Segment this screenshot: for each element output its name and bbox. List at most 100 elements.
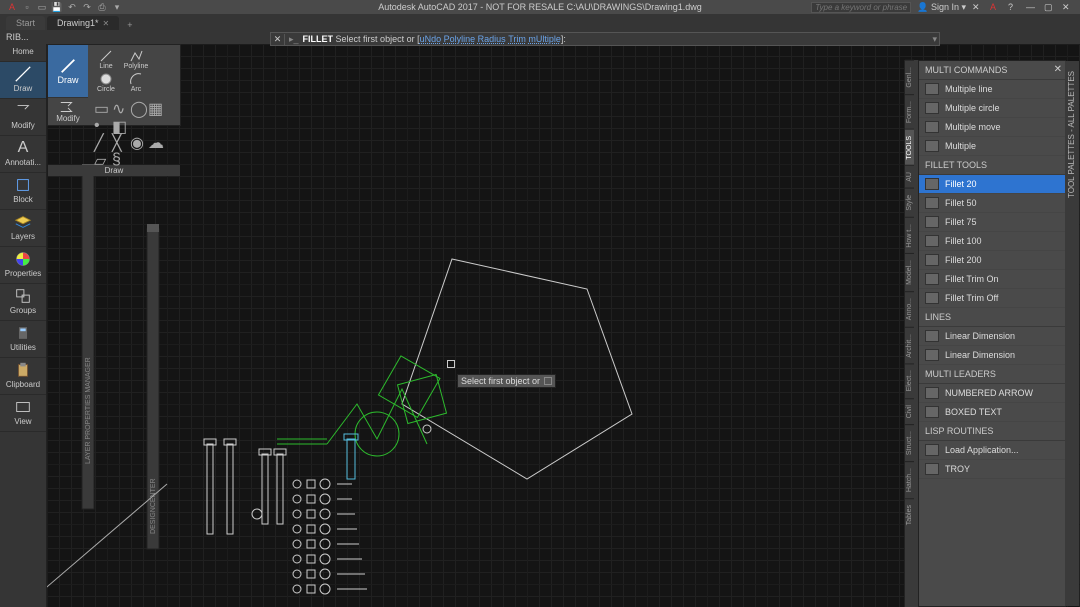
modify-button[interactable]: Modify (48, 97, 88, 165)
ptab-9[interactable]: Elect... (905, 363, 914, 397)
palette-item[interactable]: Fillet 20 (919, 175, 1065, 194)
ptab-11[interactable]: Struct... (905, 424, 914, 461)
palette-item[interactable]: TROY (919, 460, 1065, 479)
wipeout-icon[interactable]: ▱ (94, 151, 106, 163)
palette-title-bar[interactable]: TOOL PALETTES - ALL PALETTES (1065, 61, 1079, 606)
lt-annotation[interactable]: A Annotati... (0, 136, 46, 173)
xline-icon[interactable]: ╳ (112, 133, 124, 145)
open-icon[interactable]: ▭ (36, 1, 48, 13)
lt-properties[interactable]: Properties (0, 247, 46, 284)
ellipse-icon[interactable]: ◯ (130, 99, 142, 111)
palette-item[interactable]: Load Application... (919, 441, 1065, 460)
tooltip-dropdown-icon[interactable] (544, 377, 552, 385)
ptab-13[interactable]: Tables (905, 498, 914, 531)
cmdline-handle-icon[interactable]: ▾ (932, 34, 937, 45)
helix-icon[interactable]: § (112, 151, 124, 163)
palette-item[interactable]: Multiple move (919, 118, 1065, 137)
ptab-12[interactable]: Hatch... (905, 461, 914, 498)
exchange-icon[interactable]: ✕ (972, 2, 984, 12)
lt-groups[interactable]: Groups (0, 284, 46, 321)
palette-item-label: Load Application... (945, 445, 1019, 455)
redo-icon[interactable]: ↷ (81, 1, 93, 13)
tool-arc[interactable]: Arc (122, 72, 150, 93)
qat-dropdown-icon[interactable]: ▾ (111, 1, 123, 13)
palette-item[interactable]: Multiple line (919, 80, 1065, 99)
tool-circle[interactable]: Circle (92, 72, 120, 93)
search-input[interactable] (811, 2, 911, 13)
palette-section-title: LINES (919, 308, 1065, 327)
palette-item[interactable]: Fillet 100 (919, 232, 1065, 251)
clipboard-icon (11, 361, 35, 379)
ptab-3[interactable]: AU (905, 165, 914, 188)
lt-view[interactable]: View (0, 395, 46, 432)
spline-icon[interactable]: ∿ (112, 99, 124, 111)
command-line[interactable]: ✕ ▸_ FILLET Select first object or [uNdo… (270, 32, 940, 46)
palette-item[interactable]: BOXED TEXT (919, 403, 1065, 422)
tab-drawing[interactable]: Drawing1*✕ (47, 16, 119, 30)
help-icon[interactable]: A (990, 2, 1002, 12)
lt-modify[interactable]: Modify (0, 99, 46, 136)
palette-item-icon (925, 349, 939, 361)
palette-close-icon[interactable]: ✕ (1054, 64, 1062, 75)
new-icon[interactable]: ▫ (21, 1, 33, 13)
ray-icon[interactable]: ╱ (94, 133, 106, 145)
ptab-2[interactable]: TOOLS (905, 129, 914, 166)
ptab-1[interactable]: Form... (905, 94, 914, 129)
point-icon[interactable]: • (94, 117, 106, 129)
save-icon[interactable]: 💾 (51, 1, 63, 13)
palette-item[interactable]: Fillet 50 (919, 194, 1065, 213)
palette-item[interactable]: NUMBERED ARROW (919, 384, 1065, 403)
lt-draw[interactable]: Draw (0, 62, 46, 99)
palette-item-label: Fillet Trim On (945, 274, 999, 284)
cmdline-close-icon[interactable]: ✕ (271, 34, 285, 45)
palette-item[interactable]: Multiple (919, 137, 1065, 156)
palette-item[interactable]: Fillet 75 (919, 213, 1065, 232)
tab-start[interactable]: Start (6, 16, 45, 30)
print-icon[interactable]: ⎙ (96, 1, 108, 13)
ptab-10[interactable]: Civil (905, 398, 914, 424)
maximize-icon[interactable]: ▢ (1044, 2, 1056, 12)
ptab-7[interactable]: Anno... (905, 291, 914, 326)
palette-item[interactable]: Fillet Trim Off (919, 289, 1065, 308)
palette-item[interactable]: Linear Dimension (919, 327, 1065, 346)
palette-item-icon (925, 178, 939, 190)
palette-item[interactable]: Fillet 200 (919, 251, 1065, 270)
lt-home[interactable]: Home (0, 44, 46, 62)
ribbon-tab[interactable]: RIB... (6, 32, 29, 42)
minimize-icon[interactable]: — (1026, 2, 1038, 12)
draw-line-main-button[interactable]: Draw (48, 45, 88, 97)
close-icon[interactable]: ✕ (1062, 2, 1074, 12)
palette-section-title: LISP ROUTINES (919, 422, 1065, 441)
color-wheel-icon (11, 250, 35, 268)
palette-item[interactable]: Linear Dimension (919, 346, 1065, 365)
sign-in-button[interactable]: 👤 Sign In ▾ (917, 2, 966, 13)
palette-item[interactable]: Multiple circle (919, 99, 1065, 118)
donut-icon[interactable]: ◉ (130, 133, 142, 145)
block-icon (11, 176, 35, 194)
region-icon[interactable]: ◧ (112, 117, 124, 129)
cmdline-chevron-icon[interactable]: ▸_ (285, 34, 303, 45)
palette-item-label: Fillet 75 (945, 217, 977, 227)
help-q-icon[interactable]: ? (1008, 2, 1020, 12)
ptab-8[interactable]: Archit... (905, 327, 914, 364)
palette-item[interactable]: Fillet Trim On (919, 270, 1065, 289)
ptab-6[interactable]: Model... (905, 253, 914, 291)
ptab-0[interactable]: Genl... (905, 60, 914, 94)
ptab-4[interactable]: Style (905, 188, 914, 217)
lt-utilities[interactable]: Utilities (0, 321, 46, 358)
tool-line[interactable]: Line (92, 49, 120, 70)
ptab-5[interactable]: How t... (905, 217, 914, 254)
palette-section-title: FILLET TOOLS (919, 156, 1065, 175)
undo-icon[interactable]: ↶ (66, 1, 78, 13)
rect-icon[interactable]: ▭ (94, 99, 106, 111)
tab-close-icon[interactable]: ✕ (103, 19, 110, 28)
hatch-icon[interactable]: ▦ (148, 99, 160, 111)
new-tab-button[interactable]: + (121, 20, 138, 30)
lt-clipboard[interactable]: Clipboard (0, 358, 46, 395)
lt-block[interactable]: Block (0, 173, 46, 210)
revision-icon[interactable]: ☁ (148, 133, 160, 145)
document-tabs: Start Drawing1*✕ + (0, 14, 1080, 30)
tool-polyline[interactable]: Polyline (122, 49, 150, 70)
lt-layers[interactable]: Layers (0, 210, 46, 247)
svg-text:LAYER PROPERTIES MANAGER: LAYER PROPERTIES MANAGER (85, 357, 92, 464)
